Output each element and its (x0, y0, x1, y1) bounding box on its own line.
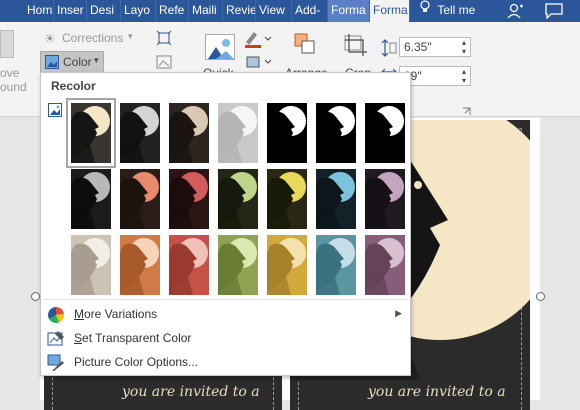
height-icon (381, 39, 397, 57)
remove-background-label: ove ound (0, 66, 27, 94)
recolor-option[interactable] (169, 235, 209, 295)
menu-item-set-transparent-color[interactable]: Set Transparent Color (41, 327, 410, 351)
recolor-option[interactable] (218, 235, 258, 295)
remove-background-button[interactable]: ove ound (0, 30, 30, 94)
color-label: Color (63, 55, 92, 69)
recolor-option[interactable] (267, 103, 307, 163)
tell-me-label: Tell me (437, 3, 476, 17)
tab-revie[interactable]: Revie (223, 0, 256, 22)
recolor-option[interactable] (365, 103, 405, 163)
recolor-option[interactable] (120, 103, 160, 163)
color-button[interactable]: Color ▾ (40, 51, 104, 73)
sun-icon: ☀ (44, 31, 56, 46)
recolor-icon (48, 103, 62, 117)
recolor-option[interactable] (267, 169, 307, 229)
tab-refe[interactable]: Refe (156, 0, 189, 22)
tab-layo[interactable]: Layo (121, 0, 156, 22)
size-dialog-launcher-icon[interactable] (462, 105, 471, 115)
resize-handle[interactable] (31, 292, 40, 301)
quick-styles-icon (205, 34, 235, 60)
recolor-option[interactable] (365, 169, 405, 229)
tab-forma-active[interactable]: Forma (370, 0, 410, 22)
height-value: 6.35" (404, 40, 432, 54)
recolor-option[interactable] (120, 235, 160, 295)
invite-text-right: you are invited to a (368, 384, 506, 400)
arrange-icon (293, 32, 317, 58)
menu-item-label: Picture Color Options... (74, 355, 199, 369)
menu-item-label: Set Transparent Color (74, 331, 192, 345)
recolor-option[interactable] (120, 169, 160, 229)
recolor-option[interactable] (218, 103, 258, 163)
height-field[interactable]: 6.35" ▴ ▾ (399, 37, 471, 57)
menu-item-label: More Variations (74, 307, 158, 321)
recolor-option[interactable] (267, 235, 307, 295)
tab-inser[interactable]: Inser (54, 0, 87, 22)
chevron-down-icon: ▾ (128, 31, 133, 41)
spinner-icon[interactable]: ▴ ▾ (462, 38, 466, 56)
recolor-heading: Recolor (51, 79, 96, 93)
tab-forma-context[interactable]: Forma (328, 0, 370, 22)
change-picture-icon[interactable] (156, 54, 172, 70)
picture-color-options-icon (47, 354, 65, 372)
recolor-option[interactable] (316, 235, 356, 295)
picture-effects-icon[interactable] (244, 53, 272, 71)
remove-background-icon (0, 30, 14, 58)
recolor-option[interactable] (71, 235, 111, 295)
chevron-down-icon: ▾ (94, 55, 99, 65)
lightbulb-icon (420, 0, 430, 20)
ribbon-tab-bar: Tell me Hom Inser Desi Layo Refe Maili Revie Vi… (0, 0, 580, 22)
corrections-button[interactable]: ☀ Corrections ▾ (44, 30, 139, 48)
picture-border-icon[interactable] (244, 30, 272, 48)
account-icon[interactable] (506, 3, 524, 19)
color-dropdown: Recolor More Variations ▶ Set Transparent … (40, 72, 411, 376)
spinner-icon[interactable]: ▴ ▾ (462, 67, 466, 85)
compress-pictures-icon[interactable] (156, 30, 172, 46)
recolor-option[interactable] (365, 235, 405, 295)
tab-hom[interactable]: Hom (24, 0, 54, 22)
tab-maili[interactable]: Maili (189, 0, 223, 22)
menu-item-picture-color-options[interactable]: Picture Color Options... (41, 351, 410, 375)
resize-handle[interactable] (536, 292, 545, 301)
color-icon (45, 55, 59, 69)
invite-text-left: you are invited to a (122, 384, 260, 400)
tab-desi[interactable]: Desi (87, 0, 121, 22)
recolor-option[interactable] (316, 103, 356, 163)
crop-icon (343, 34, 369, 58)
color-wheel-icon (47, 306, 65, 324)
comments-icon[interactable] (545, 3, 563, 20)
recolor-option[interactable] (316, 169, 356, 229)
recolor-option[interactable] (169, 169, 209, 229)
tab-add[interactable]: Add- (292, 0, 328, 22)
tab-view[interactable]: View (256, 0, 292, 22)
menu-divider (43, 299, 408, 300)
submenu-arrow-icon: ▶ (395, 308, 402, 318)
recolor-option[interactable] (218, 169, 258, 229)
corrections-label: Corrections (62, 31, 124, 45)
tell-me-box[interactable]: Tell me (420, 0, 475, 22)
recolor-option[interactable] (169, 103, 209, 163)
transparent-color-icon (47, 330, 65, 348)
recolor-option[interactable] (66, 98, 116, 168)
menu-item-more-variations[interactable]: More Variations ▶ (41, 303, 410, 327)
recolor-option[interactable] (71, 169, 111, 229)
